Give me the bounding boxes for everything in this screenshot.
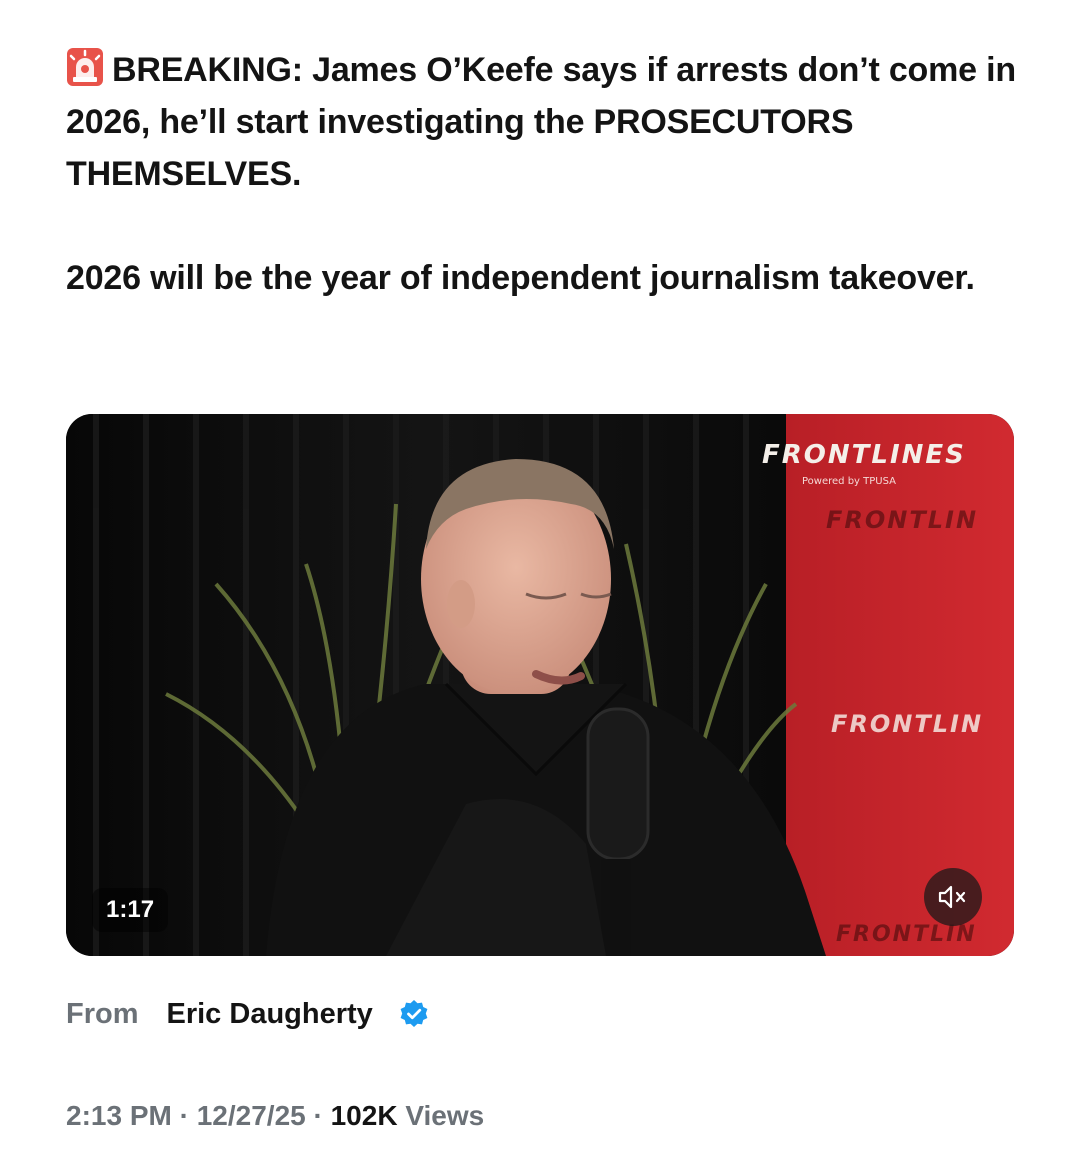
mute-toggle-button[interactable] (924, 868, 982, 926)
backdrop-brand-text: FRONTLIN (831, 710, 984, 738)
tweet-text: BREAKING: James O’Keefe says if arrests … (66, 44, 1026, 304)
author-name-link[interactable]: Eric Daugherty (167, 998, 373, 1031)
show-brand-logo: FRONTLINES (762, 440, 966, 470)
video-attribution: From Eric Daugherty (66, 992, 429, 1036)
tweet-paragraph-2: 2026 will be the year of independent jou… (66, 259, 975, 297)
backdrop-brand-text: FRONTLIN (826, 506, 979, 534)
video-player[interactable]: FRONTLINES Powered by TPUSA FRONTLIN FRO… (66, 414, 1014, 956)
views-label: Views (405, 1100, 485, 1131)
verified-badge-icon (400, 1000, 428, 1027)
tweet-paragraph-1: BREAKING: James O’Keefe says if arrests … (66, 44, 1026, 200)
show-brand-subtitle: Powered by TPUSA (802, 476, 896, 487)
tweet-paragraph-1-text: BREAKING: James O’Keefe says if arrests … (66, 51, 1016, 193)
from-label: From (66, 997, 139, 1030)
video-frame (66, 414, 1014, 956)
siren-emoji-icon (67, 48, 103, 86)
tweet-date[interactable]: 12/27/25 (197, 1100, 306, 1131)
speaker-muted-icon (938, 885, 966, 909)
tweet-time[interactable]: 2:13 PM (66, 1100, 172, 1131)
tweet-metadata: 2:13 PM · 12/27/25 · 102K Views (66, 1100, 484, 1132)
meta-separator: · (313, 1100, 323, 1131)
views-count: 102K (330, 1100, 398, 1131)
video-duration-badge: 1:17 (92, 888, 169, 932)
meta-separator: · (179, 1100, 189, 1131)
